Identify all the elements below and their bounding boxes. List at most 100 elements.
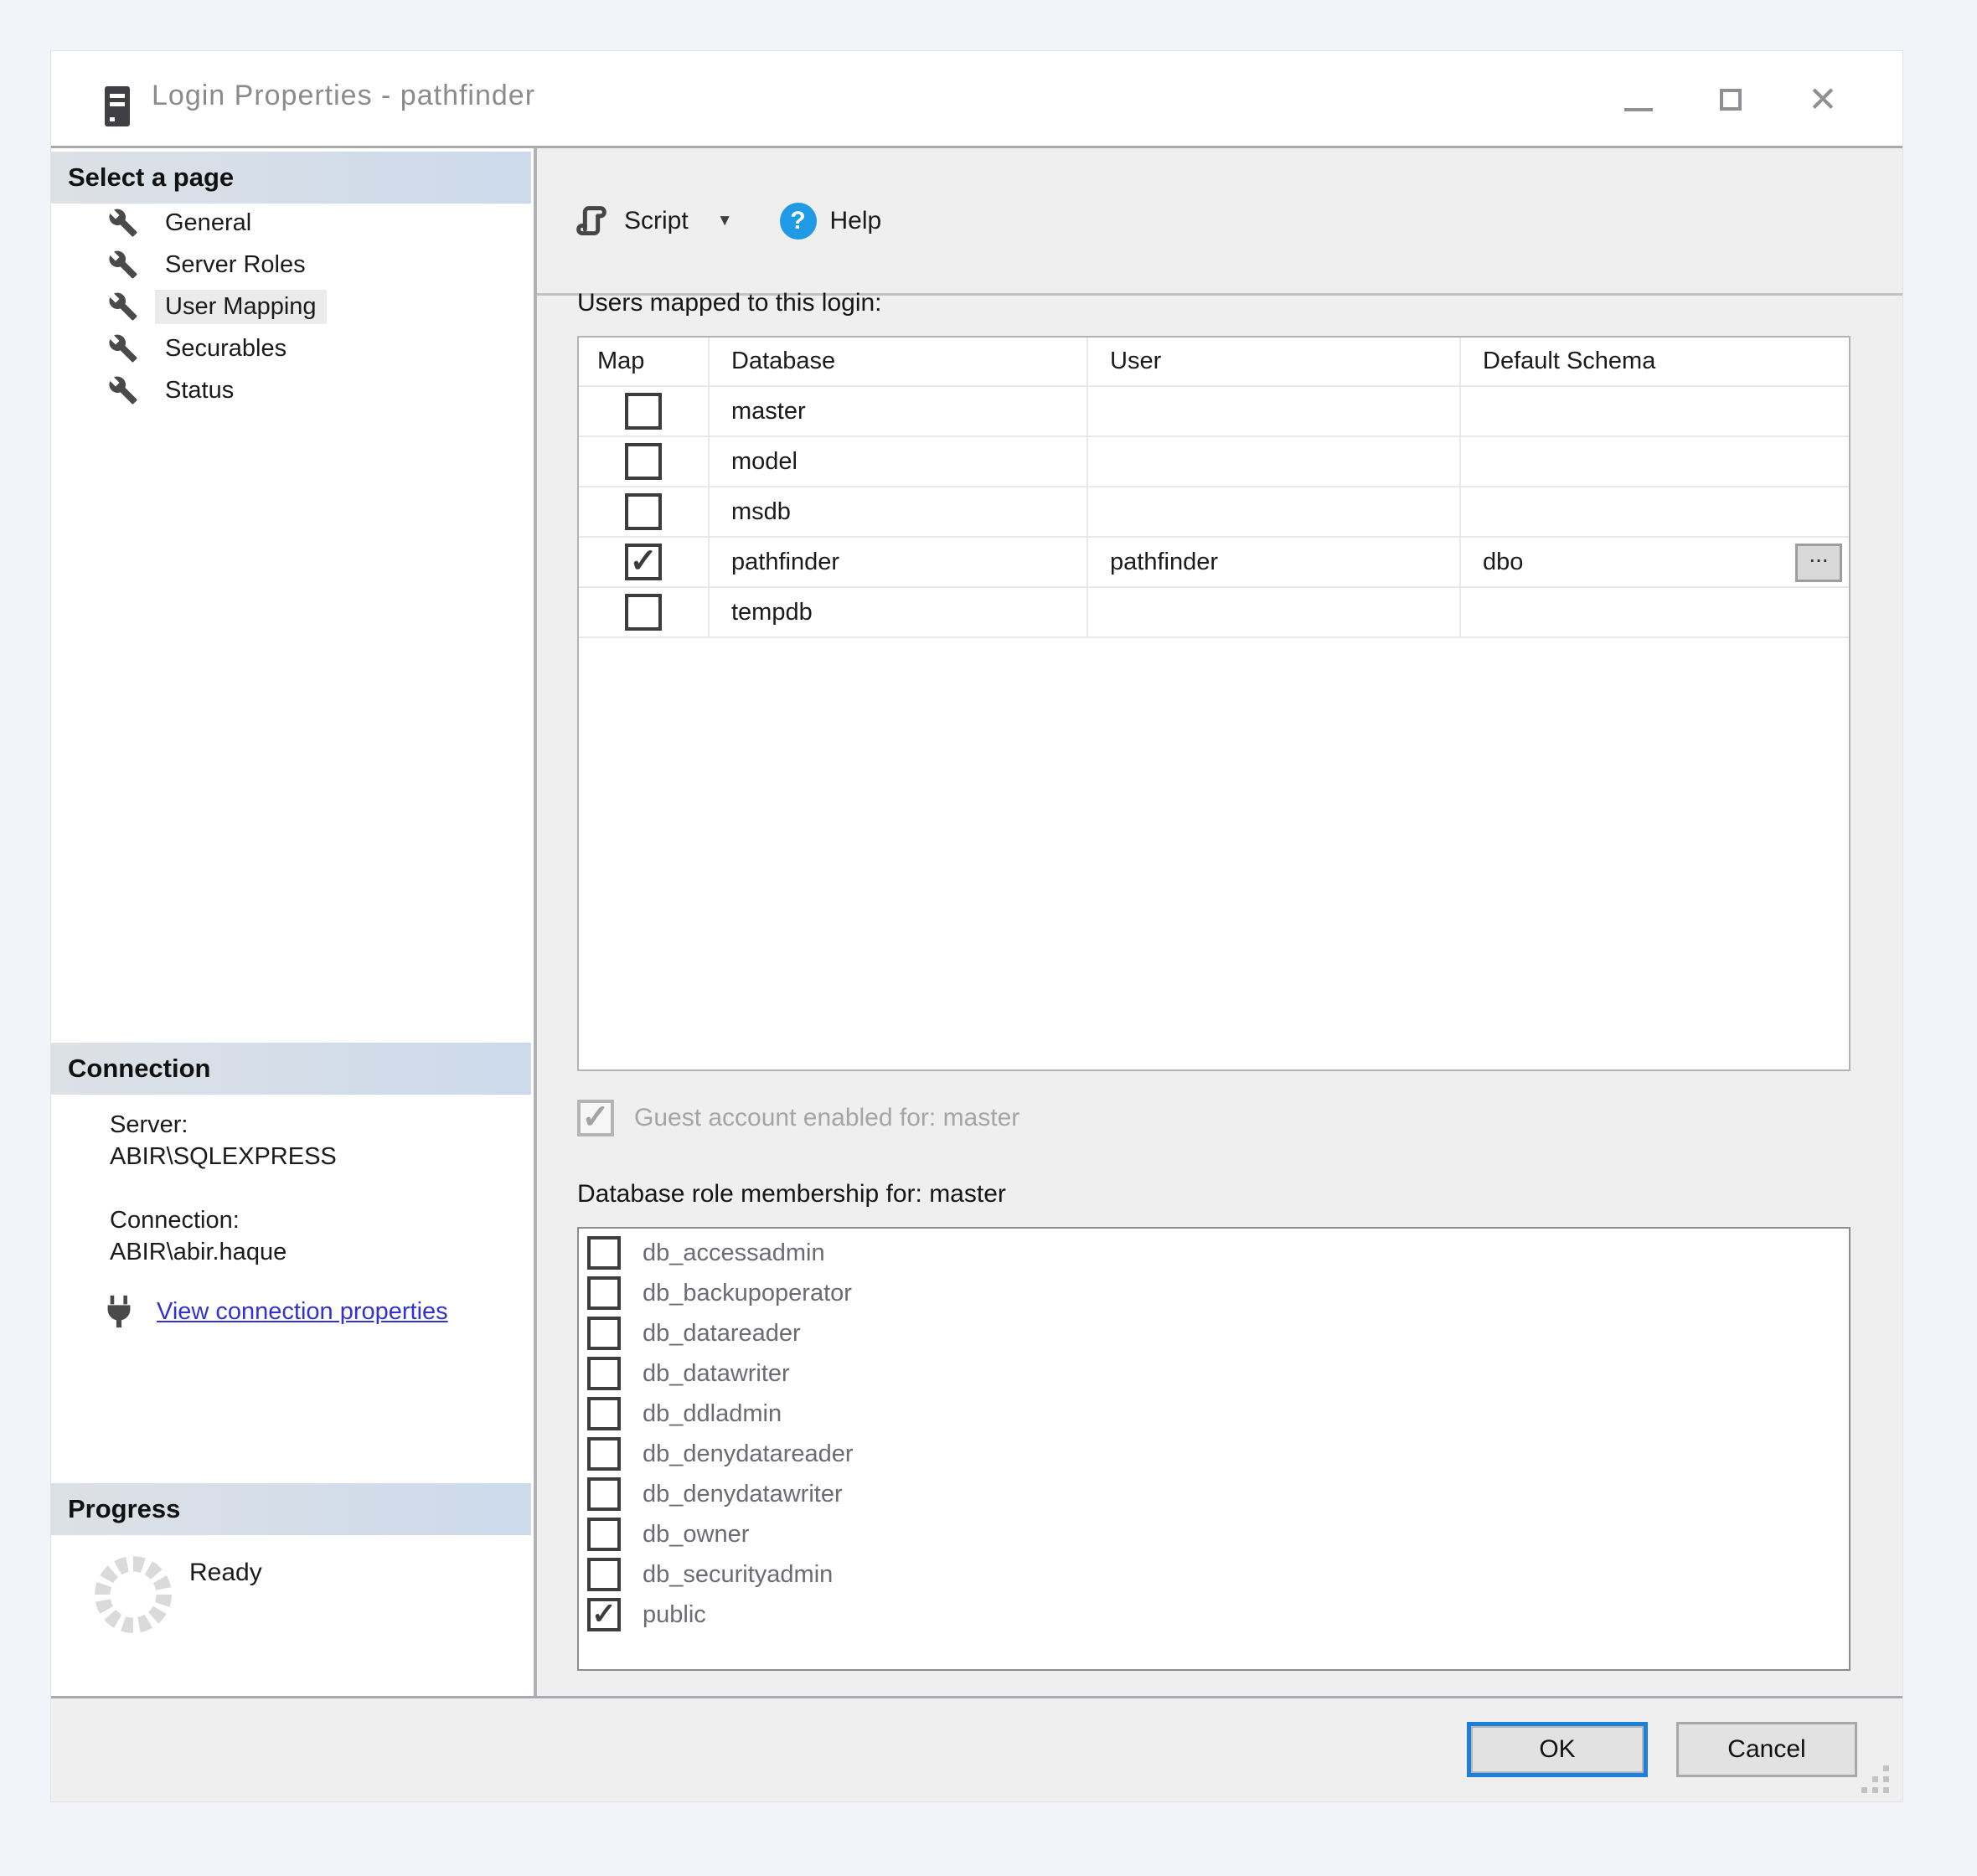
user-cell[interactable]: pathfinder	[1087, 537, 1460, 587]
role-checkbox[interactable]	[587, 1236, 621, 1270]
sidebar-item-user-mapping[interactable]: User Mapping	[51, 286, 534, 327]
view-connection-properties-link[interactable]: View connection properties	[157, 1298, 448, 1326]
close-icon: ✕	[1808, 82, 1837, 117]
database-cell[interactable]: model	[709, 436, 1087, 487]
map-checkbox[interactable]	[625, 443, 662, 480]
sidebar-item-securables[interactable]: Securables	[51, 327, 534, 369]
cancel-button[interactable]: Cancel	[1676, 1722, 1857, 1777]
toolbar: Script ▼ ? Help	[537, 148, 1902, 296]
select-a-page-header: Select a page	[51, 152, 531, 204]
progress-spinner-icon	[95, 1556, 172, 1633]
connection-value: ABIR\abir.haque	[110, 1239, 286, 1266]
column-header-default-schema: Default Schema	[1460, 338, 1849, 386]
role-item-public[interactable]: public	[579, 1595, 1849, 1635]
user-cell[interactable]	[1087, 587, 1460, 637]
role-item-db_datareader[interactable]: db_datareader	[579, 1313, 1849, 1353]
database-cell[interactable]: tempdb	[709, 587, 1087, 637]
page-list: General Server Roles User Mapping Secura…	[51, 202, 534, 411]
title-bar: Login Properties - pathfinder ✕	[51, 51, 1902, 148]
database-role-listbox: db_accessadmin db_backupoperator db_data…	[577, 1227, 1851, 1671]
database-cell[interactable]: msdb	[709, 487, 1087, 537]
default-schema-cell[interactable]	[1460, 386, 1849, 436]
help-label: Help	[830, 207, 882, 235]
help-button[interactable]: ? Help	[780, 203, 882, 240]
default-schema-cell[interactable]	[1460, 487, 1849, 537]
role-item-db_datawriter[interactable]: db_datawriter	[579, 1353, 1849, 1394]
map-checkbox[interactable]	[625, 594, 662, 631]
role-checkbox[interactable]	[587, 1598, 621, 1631]
close-button[interactable]: ✕	[1777, 58, 1869, 142]
chevron-down-icon[interactable]: ▼	[717, 212, 733, 230]
minimize-button[interactable]	[1592, 58, 1685, 142]
server-icon	[105, 86, 130, 126]
default-schema-cell[interactable]	[1460, 436, 1849, 487]
role-item-db_backupoperator[interactable]: db_backupoperator	[579, 1273, 1849, 1313]
role-checkbox[interactable]	[587, 1357, 621, 1390]
window-controls: ✕	[1592, 51, 1869, 148]
table-row[interactable]: tempdb	[579, 587, 1849, 637]
column-header-user: User	[1087, 338, 1460, 386]
map-checkbox[interactable]	[625, 393, 662, 430]
default-schema-cell[interactable]: dbo ...	[1460, 537, 1849, 587]
guest-account-label: Guest account enabled for: master	[634, 1104, 1019, 1132]
connection-header: Connection	[51, 1043, 531, 1095]
role-checkbox[interactable]	[587, 1397, 621, 1430]
map-checkbox[interactable]	[625, 493, 662, 530]
database-cell[interactable]: pathfinder	[709, 537, 1087, 587]
table-row[interactable]: master	[579, 386, 1849, 436]
user-cell[interactable]	[1087, 487, 1460, 537]
role-item-db_denydatawriter[interactable]: db_denydatawriter	[579, 1474, 1849, 1514]
script-label: Script	[624, 207, 689, 235]
server-value: ABIR\SQLEXPRESS	[110, 1143, 337, 1171]
schema-browse-button[interactable]: ...	[1795, 544, 1842, 582]
sidebar: Select a page General Server Roles User …	[51, 148, 534, 1698]
role-checkbox[interactable]	[587, 1317, 621, 1350]
wrench-icon	[106, 206, 140, 240]
table-row[interactable]: msdb	[579, 487, 1849, 537]
wrench-icon	[106, 248, 140, 281]
desktop-background: { "window": { "title": "Login Properties…	[0, 0, 1977, 1876]
wrench-icon	[106, 290, 140, 323]
role-item-db_owner[interactable]: db_owner	[579, 1514, 1849, 1554]
role-item-db_securityadmin[interactable]: db_securityadmin	[579, 1554, 1849, 1595]
main-pane: Script ▼ ? Help Users mapped to this log…	[537, 148, 1902, 1698]
role-item-db_accessadmin[interactable]: db_accessadmin	[579, 1233, 1849, 1273]
role-checkbox[interactable]	[587, 1518, 621, 1551]
role-checkbox[interactable]	[587, 1558, 621, 1591]
role-checkbox[interactable]	[587, 1437, 621, 1471]
role-checkbox[interactable]	[587, 1477, 621, 1511]
window-title: Login Properties - pathfinder	[152, 80, 535, 112]
sidebar-item-status[interactable]: Status	[51, 369, 534, 411]
role-checkbox[interactable]	[587, 1276, 621, 1310]
maximize-icon	[1720, 89, 1742, 111]
database-cell[interactable]: master	[709, 386, 1087, 436]
sidebar-item-server-roles[interactable]: Server Roles	[51, 244, 534, 286]
table-row[interactable]: model	[579, 436, 1849, 487]
script-button[interactable]: Script ▼	[572, 202, 733, 240]
role-item-db_denydatareader[interactable]: db_denydatareader	[579, 1434, 1849, 1474]
login-properties-dialog: Login Properties - pathfinder ✕ Select a…	[50, 50, 1903, 1802]
role-item-db_ddladmin[interactable]: db_ddladmin	[579, 1394, 1849, 1434]
guest-account-checkbox	[577, 1100, 614, 1136]
user-cell[interactable]	[1087, 386, 1460, 436]
resize-grip[interactable]	[1856, 1760, 1889, 1793]
wrench-icon	[106, 332, 140, 365]
user-mapping-table: Map Database User Default Schema master …	[577, 336, 1851, 1071]
table-row[interactable]: pathfinder pathfinder dbo ...	[579, 537, 1849, 587]
footer: OK Cancel	[51, 1696, 1902, 1801]
dialog-body: Select a page General Server Roles User …	[51, 148, 1902, 1698]
ok-button[interactable]: OK	[1467, 1722, 1648, 1777]
table-header-row: Map Database User Default Schema	[579, 338, 1849, 386]
default-schema-cell[interactable]	[1460, 587, 1849, 637]
script-icon	[572, 202, 611, 240]
progress-status: Ready	[189, 1559, 262, 1587]
user-cell[interactable]	[1087, 436, 1460, 487]
wrench-icon	[106, 374, 140, 407]
maximize-button[interactable]	[1685, 58, 1777, 142]
column-header-map: Map	[579, 338, 709, 386]
plug-icon	[100, 1292, 138, 1331]
map-checkbox[interactable]	[625, 544, 662, 580]
role-membership-caption: Database role membership for: master	[577, 1180, 1006, 1209]
sidebar-item-general[interactable]: General	[51, 202, 534, 244]
guest-account-row: Guest account enabled for: master	[577, 1100, 1019, 1136]
